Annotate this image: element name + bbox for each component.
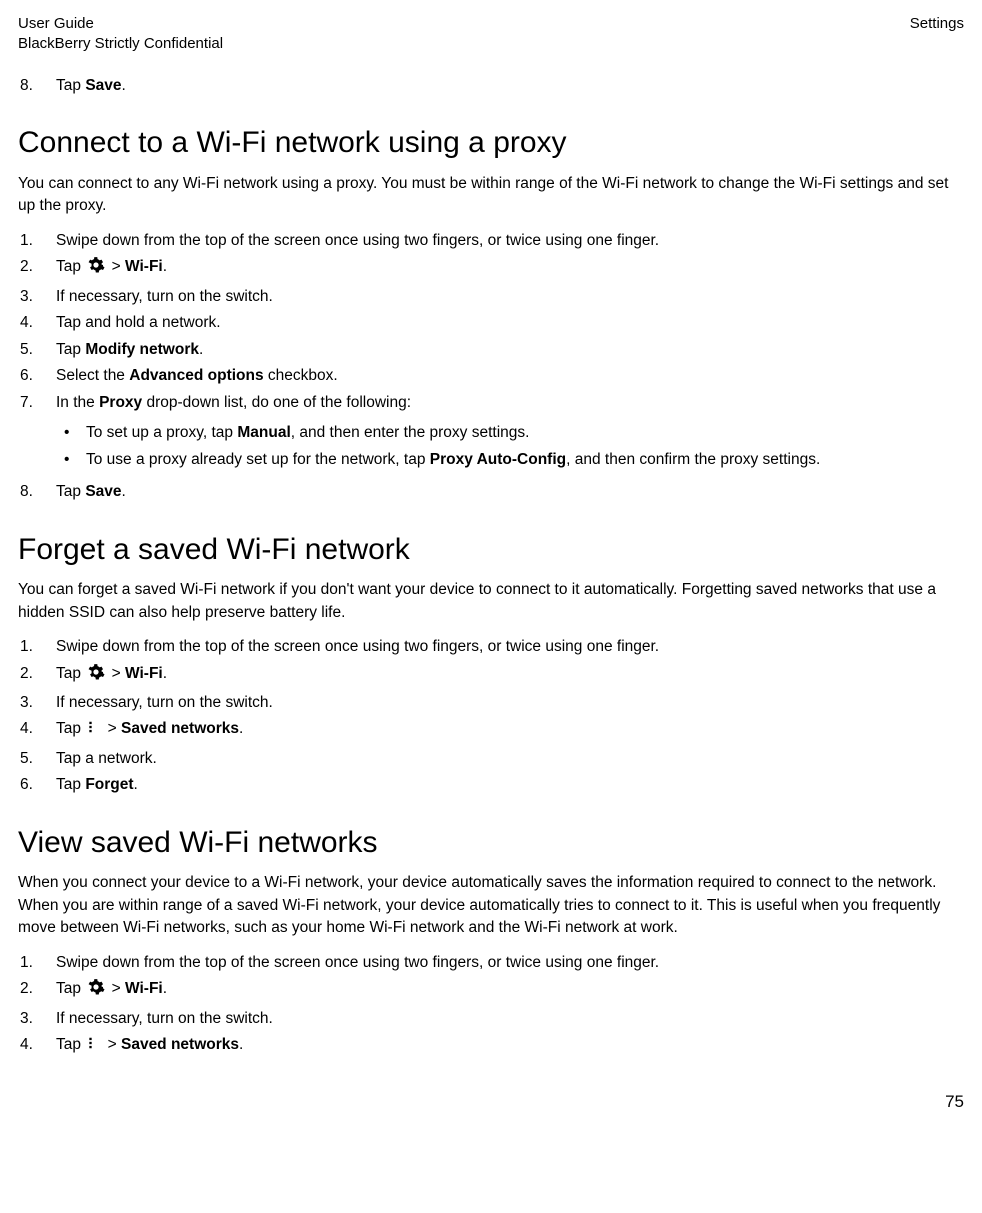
step-text: Tap > Saved networks. <box>56 718 964 743</box>
step: 1.Swipe down from the top of the screen … <box>18 636 964 658</box>
step-text: Tap > Wi-Fi. <box>56 663 964 688</box>
step-number: 2. <box>18 663 56 685</box>
step: 1.Swipe down from the top of the screen … <box>18 952 964 974</box>
bullet-list: To set up a proxy, tap Manual, and then … <box>54 422 964 471</box>
step-text: If necessary, turn on the switch. <box>56 286 964 308</box>
gear-icon <box>87 663 105 688</box>
step: 3.If necessary, turn on the switch. <box>18 1008 964 1030</box>
step-text: Tap Save. <box>56 481 964 503</box>
steps-list: 1.Swipe down from the top of the screen … <box>18 636 964 797</box>
step-text: Tap > Saved networks. <box>56 1034 964 1059</box>
steps-list: 1.Swipe down from the top of the screen … <box>18 230 964 414</box>
section-title: Forget a saved Wi-Fi network <box>18 528 964 572</box>
steps-list: 1.Swipe down from the top of the screen … <box>18 952 964 1060</box>
step: 2.Tap > Wi-Fi. <box>18 256 964 281</box>
step-number: 6. <box>18 774 56 796</box>
prev-page-steps: 8. Tap Save. <box>18 75 964 97</box>
gear-icon <box>87 256 105 281</box>
list-item: To set up a proxy, tap Manual, and then … <box>54 422 964 444</box>
step: 4.Tap and hold a network. <box>18 312 964 334</box>
section-title: Connect to a Wi-Fi network using a proxy <box>18 121 964 165</box>
step-number: 4. <box>18 1034 56 1056</box>
step-number: 3. <box>18 692 56 714</box>
step-text: Tap Forget. <box>56 774 964 796</box>
step-number: 2. <box>18 978 56 1000</box>
step-text: Tap > Wi-Fi. <box>56 978 964 1003</box>
step: 3.If necessary, turn on the switch. <box>18 286 964 308</box>
step-number: 5. <box>18 339 56 361</box>
step-text: If necessary, turn on the switch. <box>56 692 964 714</box>
step-text: Swipe down from the top of the screen on… <box>56 636 964 658</box>
doc-classification: BlackBerry Strictly Confidential <box>18 34 223 54</box>
step-number: 4. <box>18 312 56 334</box>
bullet-text: To set up a proxy, tap Manual, and then … <box>86 422 529 444</box>
step: 4.Tap > Saved networks. <box>18 1034 964 1059</box>
step: 4.Tap > Saved networks. <box>18 718 964 743</box>
step-text: Tap Modify network. <box>56 339 964 361</box>
header-left: User Guide BlackBerry Strictly Confident… <box>18 14 223 53</box>
page-header: User Guide BlackBerry Strictly Confident… <box>18 14 964 53</box>
section-intro: You can forget a saved Wi-Fi network if … <box>18 579 964 624</box>
step: 8. Tap Save. <box>18 481 964 503</box>
gear-icon <box>87 978 105 1003</box>
step-number: 2. <box>18 256 56 278</box>
step: 7.In the Proxy drop-down list, do one of… <box>18 392 964 414</box>
step: 1.Swipe down from the top of the screen … <box>18 230 964 252</box>
step-text: Tap Save. <box>56 75 964 97</box>
step-text: Swipe down from the top of the screen on… <box>56 952 964 974</box>
list-item: To use a proxy already set up for the ne… <box>54 449 964 471</box>
section-intro: When you connect your device to a Wi-Fi … <box>18 872 964 939</box>
step-text: If necessary, turn on the switch. <box>56 1008 964 1030</box>
step-number: 3. <box>18 1008 56 1030</box>
overflow-menu-icon <box>87 718 101 743</box>
step-text: Swipe down from the top of the screen on… <box>56 230 964 252</box>
section-intro: You can connect to any Wi-Fi network usi… <box>18 173 964 218</box>
page-number: 75 <box>18 1090 964 1115</box>
step: 6.Select the Advanced options checkbox. <box>18 365 964 387</box>
step-number: 1. <box>18 952 56 974</box>
step-number: 4. <box>18 718 56 740</box>
step-number: 1. <box>18 636 56 658</box>
step: 5.Tap Modify network. <box>18 339 964 361</box>
step-number: 8. <box>18 481 56 503</box>
steps-list-final: 8. Tap Save. <box>18 481 964 503</box>
step-number: 6. <box>18 365 56 387</box>
step: 2.Tap > Wi-Fi. <box>18 663 964 688</box>
step-text: In the Proxy drop-down list, do one of t… <box>56 392 964 414</box>
doc-title: User Guide <box>18 14 223 34</box>
step-number: 5. <box>18 748 56 770</box>
step-number: 3. <box>18 286 56 308</box>
step: 5.Tap a network. <box>18 748 964 770</box>
step-number: 7. <box>18 392 56 414</box>
header-right: Settings <box>910 14 964 53</box>
step-text: Select the Advanced options checkbox. <box>56 365 964 387</box>
step-text: Tap a network. <box>56 748 964 770</box>
step: 6.Tap Forget. <box>18 774 964 796</box>
step-text: Tap > Wi-Fi. <box>56 256 964 281</box>
step: 3.If necessary, turn on the switch. <box>18 692 964 714</box>
overflow-menu-icon <box>87 1034 101 1059</box>
step-number: 8. <box>18 75 56 97</box>
bullet-text: To use a proxy already set up for the ne… <box>86 449 820 471</box>
step: 2.Tap > Wi-Fi. <box>18 978 964 1003</box>
step: 8. Tap Save. <box>18 75 964 97</box>
section-title: View saved Wi-Fi networks <box>18 821 964 865</box>
step-text: Tap and hold a network. <box>56 312 964 334</box>
step-number: 1. <box>18 230 56 252</box>
